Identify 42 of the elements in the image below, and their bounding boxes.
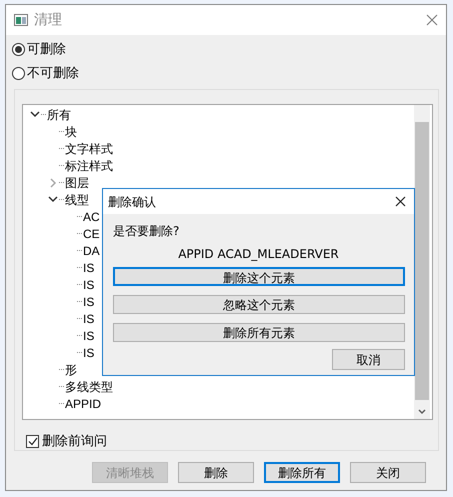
tree-item[interactable]: 所有 <box>47 106 71 124</box>
scrollbar[interactable] <box>414 105 430 419</box>
radio-button[interactable] <box>12 66 25 80</box>
chevron-down-icon[interactable] <box>30 111 40 118</box>
tree-item[interactable]: IS <box>83 326 94 344</box>
scrollbar-thumb[interactable] <box>415 122 429 400</box>
tree-item[interactable]: IS <box>83 276 94 294</box>
dialog-button[interactable]: 忽略这个元素 <box>113 295 405 314</box>
radio-label[interactable]: 不可删除 <box>27 64 79 83</box>
dialog-title: 删除确认 <box>108 194 157 210</box>
window-icon <box>14 14 28 26</box>
tree-item[interactable]: DA <box>83 242 100 260</box>
tree-item[interactable]: IS <box>83 344 94 362</box>
close-icon[interactable] <box>395 196 406 207</box>
radio-button[interactable] <box>12 43 25 56</box>
item-name: APPID ACAD_MLEADERVER <box>177 246 340 263</box>
dialog-button[interactable]: 删除 <box>178 462 254 483</box>
tree-item[interactable]: 标注样式 <box>65 156 113 174</box>
tree-item[interactable]: 文字样式 <box>65 140 113 158</box>
tree-item[interactable]: IS <box>83 310 94 328</box>
cancel-button[interactable]: 取消 <box>332 349 405 370</box>
tree-item[interactable]: 线型 <box>65 190 89 208</box>
window-title: 清理 <box>34 10 63 30</box>
question-text: 是否要删除? <box>113 223 180 240</box>
dialog-button[interactable]: 删除这个元素 <box>113 267 405 286</box>
tree-item[interactable]: IS <box>83 258 94 276</box>
tree-item[interactable]: 形 <box>65 360 77 378</box>
tree-item[interactable]: IS <box>83 292 94 310</box>
scroll-down-icon[interactable] <box>418 409 426 415</box>
tree-item[interactable]: 块 <box>65 122 77 140</box>
dialog-button[interactable]: 删除所有元素 <box>113 323 405 342</box>
tree-item[interactable]: 多线类型 <box>65 378 113 396</box>
tree-item[interactable]: 图层 <box>65 174 89 192</box>
dialog-button[interactable]: 删除所有 <box>264 462 340 483</box>
dialog-button[interactable]: 关闭 <box>350 462 426 483</box>
tree-item[interactable]: APPID <box>65 394 102 412</box>
checkbox-label[interactable]: 删除前询问 <box>42 432 107 452</box>
tree-item[interactable]: CE <box>83 224 100 242</box>
radio-label[interactable]: 可删除 <box>27 40 66 60</box>
tree-item[interactable]: AC <box>83 208 100 226</box>
chevron-down-icon[interactable] <box>48 196 58 203</box>
checkbox[interactable] <box>26 435 39 448</box>
